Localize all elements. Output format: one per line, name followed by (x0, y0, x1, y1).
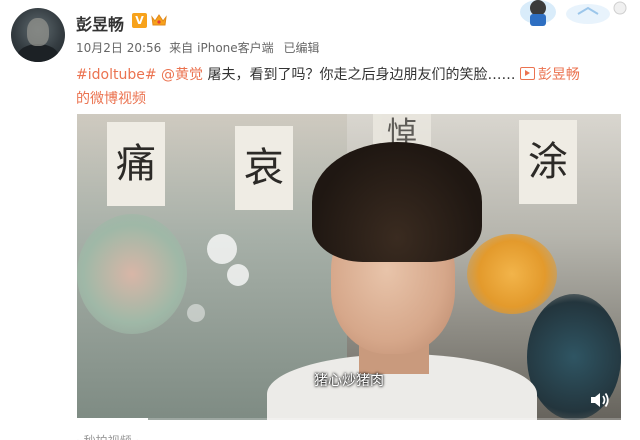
avatar-face-shape (27, 18, 49, 46)
verified-v-icon: V (132, 13, 147, 28)
banner: 涂 (519, 120, 577, 204)
username[interactable]: 彭昱畅 (76, 11, 124, 35)
video-play-icon (519, 67, 535, 80)
post-meta: 10月2日 20:56 来自 iPhone客户端 已编辑 (76, 39, 324, 56)
person-hair (312, 142, 482, 262)
mention-link[interactable]: @黄觉 (161, 67, 203, 83)
source-prefix: 来自 (169, 41, 194, 55)
light-bokeh (207, 234, 237, 264)
volume-icon[interactable] (589, 390, 611, 410)
avatar-body-shape (17, 44, 59, 62)
video-link-continued[interactable]: 的微博视频 (76, 91, 146, 107)
yellow-flowers (467, 234, 557, 314)
light-bokeh (227, 264, 249, 286)
video-link-text[interactable]: 彭昱畅 (538, 67, 580, 83)
vip-crown-icon[interactable] (150, 12, 168, 28)
video-progress-fill (77, 418, 148, 420)
avatar[interactable] (11, 8, 65, 62)
wreath-decoration (77, 214, 187, 334)
below-caption: · 秒拍视频 · (76, 432, 276, 440)
banner: 哀 (235, 126, 293, 210)
edited-label[interactable]: 已编辑 (284, 41, 320, 55)
light-bokeh (187, 304, 205, 322)
post-date[interactable]: 10月2日 20:56 (76, 41, 161, 55)
hashtag-link[interactable]: #idoltube# (76, 67, 157, 83)
video-player[interactable]: 痛 哀 悼 涂 猪心炒猪肉 (77, 114, 621, 420)
video-subtitle: 猪心炒猪肉 (314, 373, 384, 389)
post-content: #idoltube# @黄觉 屠夫，看到了吗？你走之后身边朋友们的笑脸…… 彭昱… (76, 63, 636, 111)
card-decoration-icon (518, 0, 640, 26)
video-progress-bar[interactable] (77, 418, 621, 420)
video-link-part[interactable]: 彭昱畅 (519, 67, 580, 83)
post-text: 屠夫，看到了吗？你走之后身边朋友们的笑脸…… (207, 67, 516, 83)
post-source[interactable]: iPhone客户端 (197, 41, 274, 55)
banner: 痛 (107, 122, 165, 206)
